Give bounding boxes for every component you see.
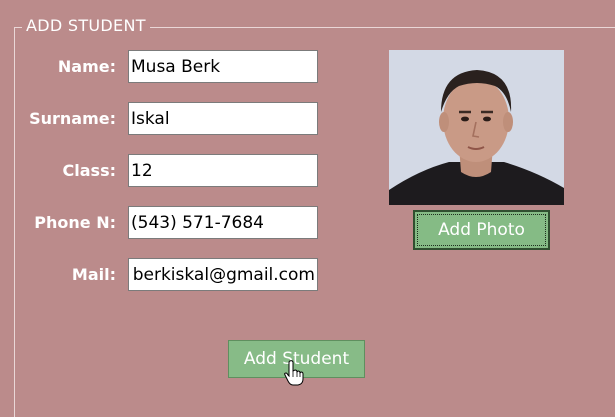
mail-label: Mail: <box>71 265 116 284</box>
surname-row: Surname: <box>0 102 330 135</box>
phone-label: Phone N: <box>34 213 116 232</box>
hand-pointer-icon <box>284 360 304 386</box>
surname-field[interactable] <box>128 102 318 135</box>
mail-field[interactable] <box>128 258 318 291</box>
student-photo <box>389 50 564 205</box>
name-row: Name: <box>0 50 330 83</box>
phone-field[interactable] <box>128 206 318 239</box>
class-label: Class: <box>62 161 116 180</box>
surname-label: Surname: <box>29 109 116 128</box>
add-photo-button[interactable]: Add Photo <box>413 210 550 250</box>
class-row: Class: <box>0 154 330 187</box>
class-field[interactable] <box>128 154 318 187</box>
name-field[interactable] <box>128 50 318 83</box>
phone-row: Phone N: <box>0 206 330 239</box>
mail-row: Mail: <box>0 258 330 291</box>
name-label: Name: <box>57 57 116 76</box>
groupbox-title: ADD STUDENT <box>22 16 150 36</box>
